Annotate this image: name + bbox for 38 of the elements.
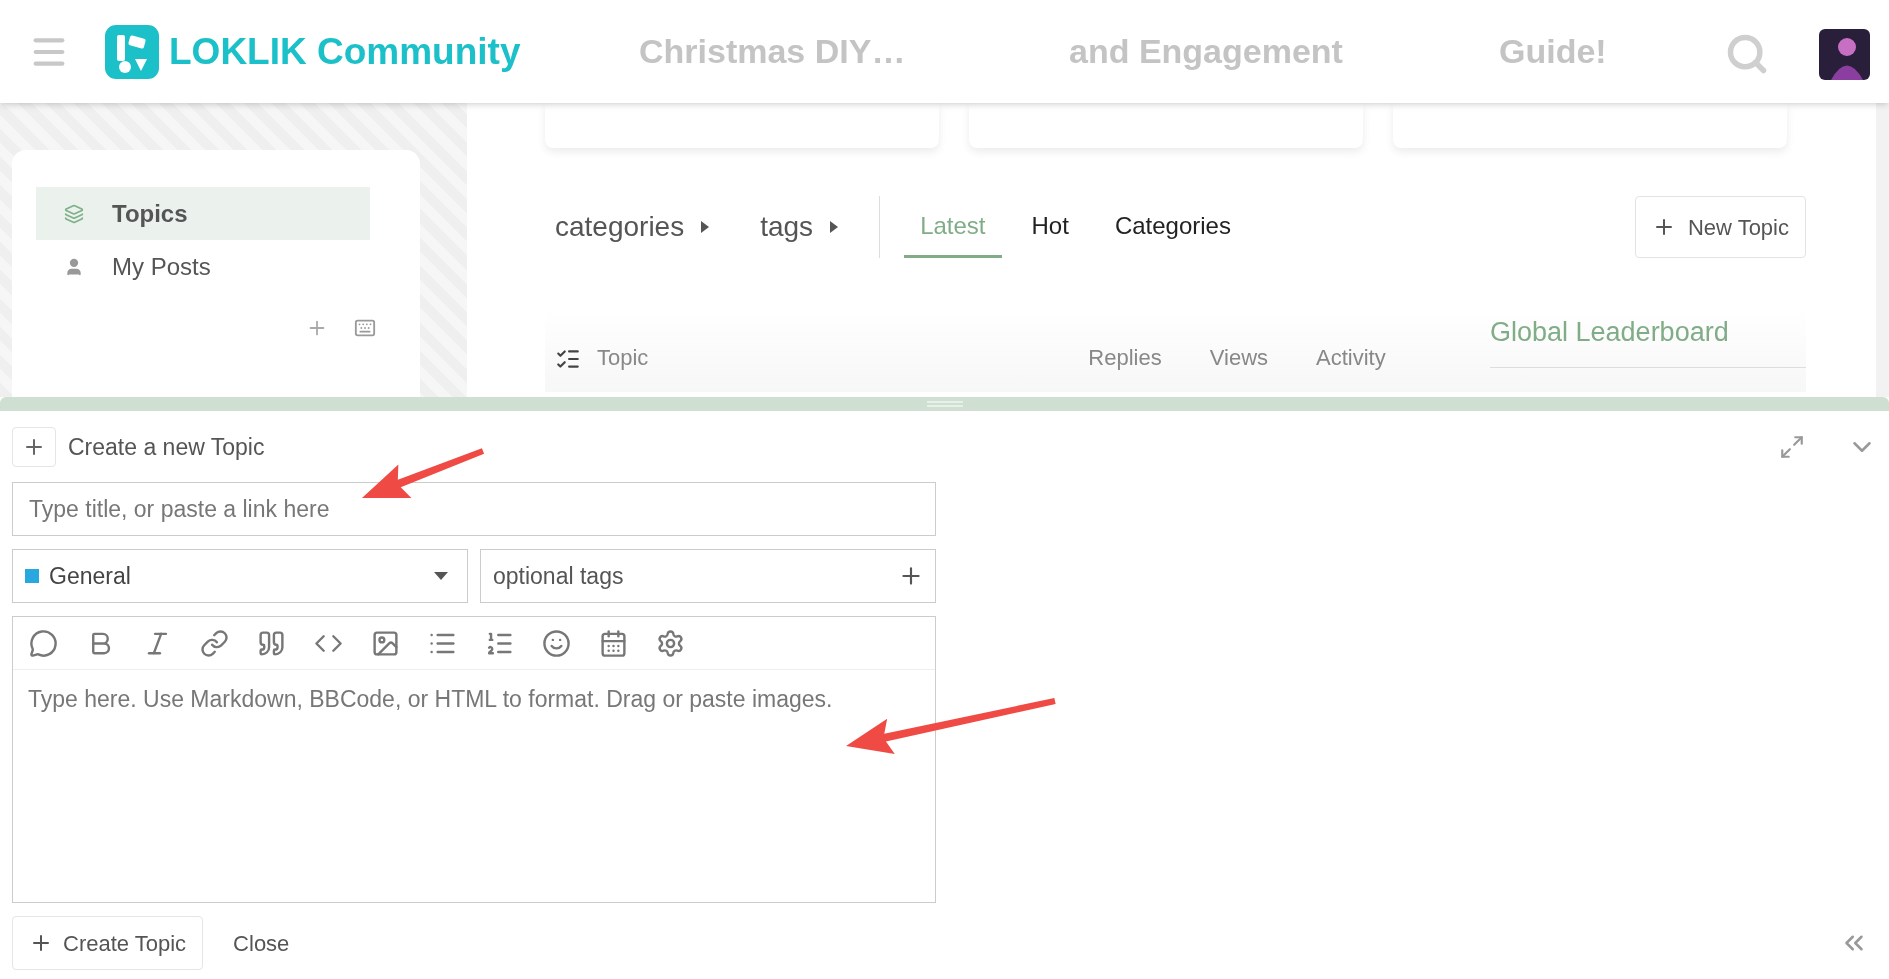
quote-icon[interactable] [257, 628, 286, 658]
editor[interactable]: Type here. Use Markdown, BBCode, or HTML to format. Drag or paste images. [12, 616, 936, 903]
breadcrumb-dropdown[interactable]: tags [760, 206, 840, 248]
speech-bubble-icon[interactable] [29, 628, 58, 658]
new-topic-button[interactable]: New Topic [1634, 196, 1806, 258]
breadcrumb-dropdown[interactable]: categories [555, 206, 711, 248]
add-button[interactable] [12, 427, 56, 467]
category-dropdown[interactable]: General [12, 549, 468, 603]
card-title: Guide! [1499, 31, 1607, 72]
calendar-icon[interactable] [599, 628, 628, 658]
card-title: and Engagement [1069, 31, 1344, 72]
expand-icon[interactable] [1779, 434, 1805, 460]
sidebar-item[interactable]: My Posts [36, 240, 370, 293]
card-title: Christmas DIY… [639, 31, 907, 72]
nav-tab[interactable]: Hot [1015, 196, 1085, 258]
settings-icon[interactable] [656, 628, 685, 658]
caret-icon [829, 220, 840, 234]
sidebar-item[interactable]: Topics [36, 187, 370, 240]
tags-field[interactable]: optional tags [480, 549, 936, 603]
create-topic-button[interactable]: Create Topic [12, 916, 204, 970]
keyboard-icon[interactable] [354, 317, 376, 339]
column-header: Topic [597, 344, 649, 372]
composer-title: Create a new Topic [68, 432, 265, 462]
image-icon[interactable] [371, 628, 400, 658]
avatar[interactable] [1819, 29, 1870, 80]
layers-icon [64, 203, 84, 224]
category-label: General [49, 561, 131, 591]
caret-icon [700, 220, 711, 234]
close-button[interactable]: Close [219, 916, 304, 970]
nav-tab[interactable]: Categories [1098, 196, 1247, 258]
logo-icon [105, 24, 159, 79]
person-icon [64, 256, 84, 277]
caret-icon [433, 571, 449, 581]
resize-handle[interactable] [0, 397, 1889, 411]
editor-field[interactable]: Type here. Use Markdown, BBCode, or HTML to format. Drag or paste images. [13, 670, 935, 902]
link-icon[interactable] [200, 628, 229, 658]
smiley-icon[interactable] [542, 628, 571, 658]
title-field[interactable]: Type title, or paste a link here [12, 482, 936, 536]
